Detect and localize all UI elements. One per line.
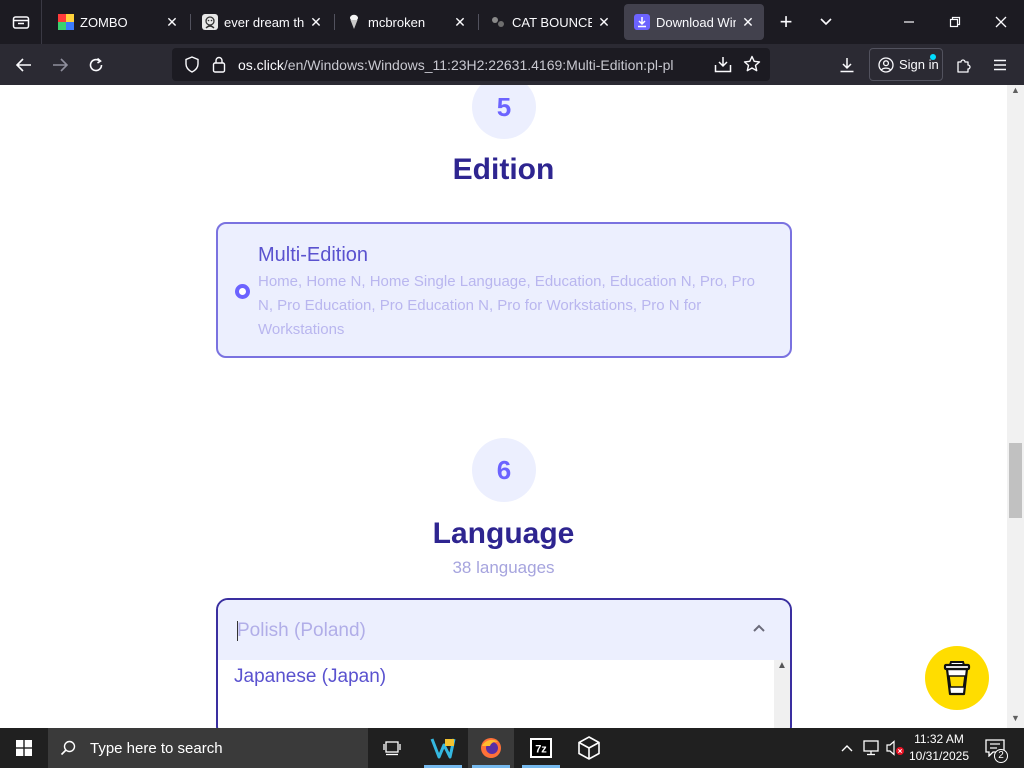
7-zip-icon[interactable]: 7z	[518, 728, 564, 768]
language-count: 38 languages	[452, 558, 555, 577]
tab-title: Download Wind	[656, 14, 736, 30]
notification-count-badge: 2	[994, 749, 1008, 763]
taskbar-search-input[interactable]	[90, 739, 350, 757]
url-path: /en/Windows:Windows_11:23H2:22631.4169:M…	[283, 57, 674, 73]
notification-dot	[930, 54, 936, 60]
close-window-icon[interactable]	[978, 0, 1024, 44]
search-icon	[60, 740, 76, 756]
tab-divider	[478, 14, 479, 30]
navigation-toolbar: os.click/en/Windows:Windows_11:23H2:2263…	[0, 44, 1024, 85]
save-to-pocket-download-icon[interactable]	[714, 56, 732, 78]
scroll-up-arrow-icon[interactable]: ▲	[1011, 85, 1020, 95]
lock-icon[interactable]	[212, 56, 226, 78]
ice-cream-favicon-icon	[346, 14, 362, 30]
tab-title: CAT BOUNCE!	[512, 14, 592, 30]
language-option-japanese[interactable]: Japanese (Japan)	[234, 666, 386, 688]
coffee-cup-icon	[943, 661, 971, 696]
language-section-title: Language	[432, 517, 575, 550]
url-host: os.click	[238, 57, 284, 73]
tab-ever-dream-this[interactable]: ever dream this ✕	[192, 4, 332, 40]
scrollbar-thumb[interactable]	[1009, 443, 1022, 518]
close-tab-icon[interactable]: ✕	[448, 10, 472, 34]
minimize-icon[interactable]	[886, 0, 932, 44]
task-view-icon[interactable]	[369, 728, 415, 768]
tab-divider	[190, 14, 191, 30]
downloads-icon[interactable]	[832, 50, 862, 80]
tab-title: mcbroken	[368, 14, 426, 30]
taskbar-search-box[interactable]	[48, 728, 368, 768]
zombo-favicon-icon	[58, 14, 74, 30]
chevron-up-icon[interactable]	[752, 620, 766, 638]
close-tab-icon[interactable]: ✕	[736, 10, 760, 34]
edition-section-title: Edition	[452, 153, 555, 186]
scroll-down-arrow-icon[interactable]: ▼	[1011, 713, 1020, 723]
tab-divider	[334, 14, 335, 30]
edition-option-description: Home, Home N, Home Single Language, Educ…	[258, 273, 755, 338]
extensions-puzzle-icon[interactable]	[949, 50, 979, 80]
forward-arrow-icon[interactable]	[45, 50, 75, 80]
new-tab-plus-icon[interactable]: +	[772, 8, 800, 36]
reload-icon[interactable]	[81, 50, 111, 80]
tab-title: ZOMBO	[80, 14, 128, 30]
download-favicon-icon	[634, 14, 650, 30]
sign-in-button[interactable]: Sign in	[869, 48, 943, 81]
face-favicon-icon	[202, 14, 218, 30]
tracking-protection-shield-icon[interactable]	[184, 56, 200, 78]
svg-text:7z: 7z	[535, 744, 547, 756]
tab-mcbroken[interactable]: mcbroken ✕	[336, 4, 476, 40]
url-text[interactable]: os.click/en/Windows:Windows_11:23H2:2263…	[238, 57, 674, 73]
address-bar[interactable]: os.click/en/Windows:Windows_11:23H2:2263…	[172, 48, 770, 81]
language-selected-value: Polish (Poland)	[237, 620, 366, 641]
windows-taskbar: 7z 11:32 AM 10/31/2025 2	[0, 728, 1024, 768]
edition-option-name: Multi-Edition	[258, 244, 369, 266]
page-scrollbar[interactable]: ▲ ▼	[1007, 85, 1024, 728]
step-number-badge: 6	[472, 438, 536, 502]
language-select[interactable]: Polish (Poland) Japanese (Japan) ▲	[216, 598, 792, 728]
system-clock[interactable]: 11:32 AM 10/31/2025	[900, 731, 978, 765]
language-list-scrollbar[interactable]: ▲	[774, 660, 790, 728]
buy-me-a-coffee-button[interactable]	[925, 646, 989, 710]
hamburger-menu-icon[interactable]	[985, 50, 1015, 80]
back-arrow-icon[interactable]	[9, 50, 39, 80]
bookmark-star-icon[interactable]	[743, 55, 761, 78]
show-hidden-icons-chevron-up-icon[interactable]	[838, 728, 856, 768]
close-tab-icon[interactable]: ✕	[160, 10, 184, 34]
windows-start-icon[interactable]	[0, 728, 48, 768]
tab-zombo[interactable]: ZOMBO ✕	[48, 4, 188, 40]
tab-manager-icon[interactable]	[0, 0, 42, 44]
tab-title: ever dream this	[224, 14, 304, 30]
edition-radio-selected[interactable]	[235, 284, 250, 299]
clock-time: 11:32 AM	[914, 732, 964, 746]
scroll-up-arrow-icon[interactable]: ▲	[777, 660, 787, 671]
tab-strip: ZOMBO ✕ ever dream this ✕ mcbroken ✕ CAT…	[0, 0, 1024, 44]
notification-center-icon[interactable]: 2	[980, 728, 1010, 768]
language-search-input[interactable]: Polish (Poland)	[218, 600, 790, 660]
unity-hub-icon[interactable]	[566, 728, 612, 768]
network-icon[interactable]	[860, 728, 882, 768]
close-tab-icon[interactable]: ✕	[304, 10, 328, 34]
page-content: 5 Edition Multi-Edition Home, Home N, Ho…	[0, 85, 1007, 728]
cat-favicon-icon	[490, 14, 506, 30]
tab-cat-bounce[interactable]: CAT BOUNCE! ✕	[480, 4, 620, 40]
edition-option-card[interactable]: Multi-Edition Home, Home N, Home Single …	[216, 222, 792, 358]
chevron-down-icon[interactable]	[812, 8, 840, 36]
clock-date: 10/31/2025	[908, 749, 970, 763]
close-tab-icon[interactable]: ✕	[592, 10, 616, 34]
restore-icon[interactable]	[932, 0, 978, 44]
tab-download-windows[interactable]: Download Wind ✕	[624, 4, 764, 40]
visual-studio-code-icon[interactable]	[420, 728, 466, 768]
firefox-icon[interactable]	[468, 728, 514, 768]
account-icon	[878, 56, 894, 73]
step-number-badge: 5	[472, 85, 536, 139]
